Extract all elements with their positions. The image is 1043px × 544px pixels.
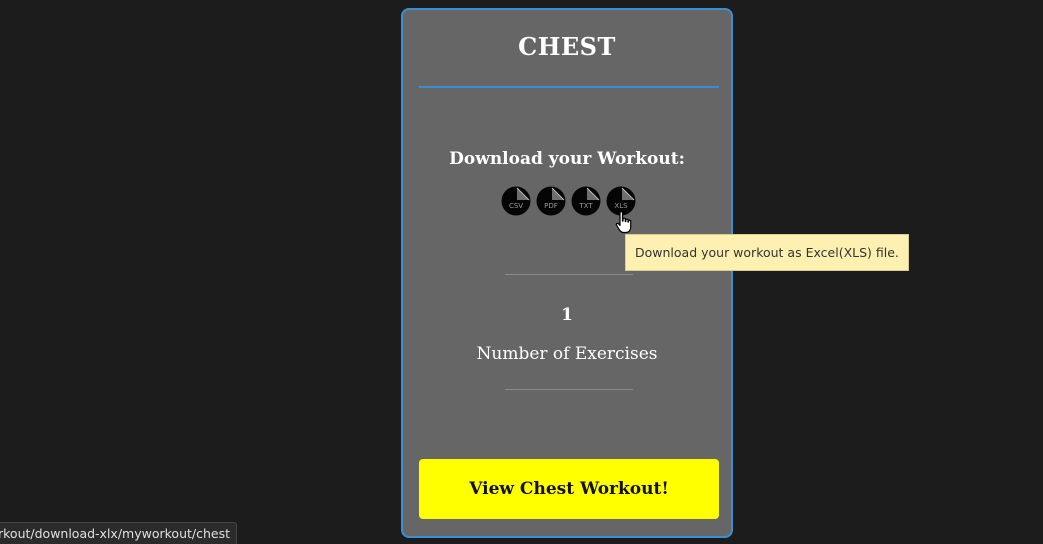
stats-top-divider bbox=[505, 274, 633, 275]
stats-bottom-divider bbox=[505, 389, 633, 390]
csv-label: CSV bbox=[509, 202, 523, 210]
exercise-count: 1 bbox=[561, 305, 573, 325]
status-url: localhost:8000/myworkout/download-xlx/my… bbox=[0, 526, 230, 541]
download-heading: Download your Workout: bbox=[449, 149, 685, 169]
txt-file-icon[interactable]: TXT bbox=[571, 186, 601, 216]
card-title: CHEST bbox=[518, 32, 616, 61]
csv-file-icon[interactable]: CSV bbox=[501, 186, 531, 216]
view-workout-button[interactable]: View Chest Workout! bbox=[419, 459, 719, 519]
exercise-count-label: Number of Exercises bbox=[476, 344, 658, 364]
title-divider bbox=[419, 86, 719, 88]
workout-card: CHEST Download your Workout: CSV PDF TXT… bbox=[401, 8, 733, 538]
pdf-file-icon[interactable]: PDF bbox=[536, 186, 566, 216]
xls-label: XLS bbox=[614, 202, 628, 210]
xls-download-tooltip: Download your workout as Excel(XLS) file… bbox=[625, 234, 909, 271]
txt-label: TXT bbox=[578, 202, 593, 210]
pdf-label: PDF bbox=[544, 202, 558, 210]
hand-pointer-cursor-icon bbox=[614, 210, 640, 236]
status-bar: localhost:8000/myworkout/download-xlx/my… bbox=[0, 522, 237, 544]
